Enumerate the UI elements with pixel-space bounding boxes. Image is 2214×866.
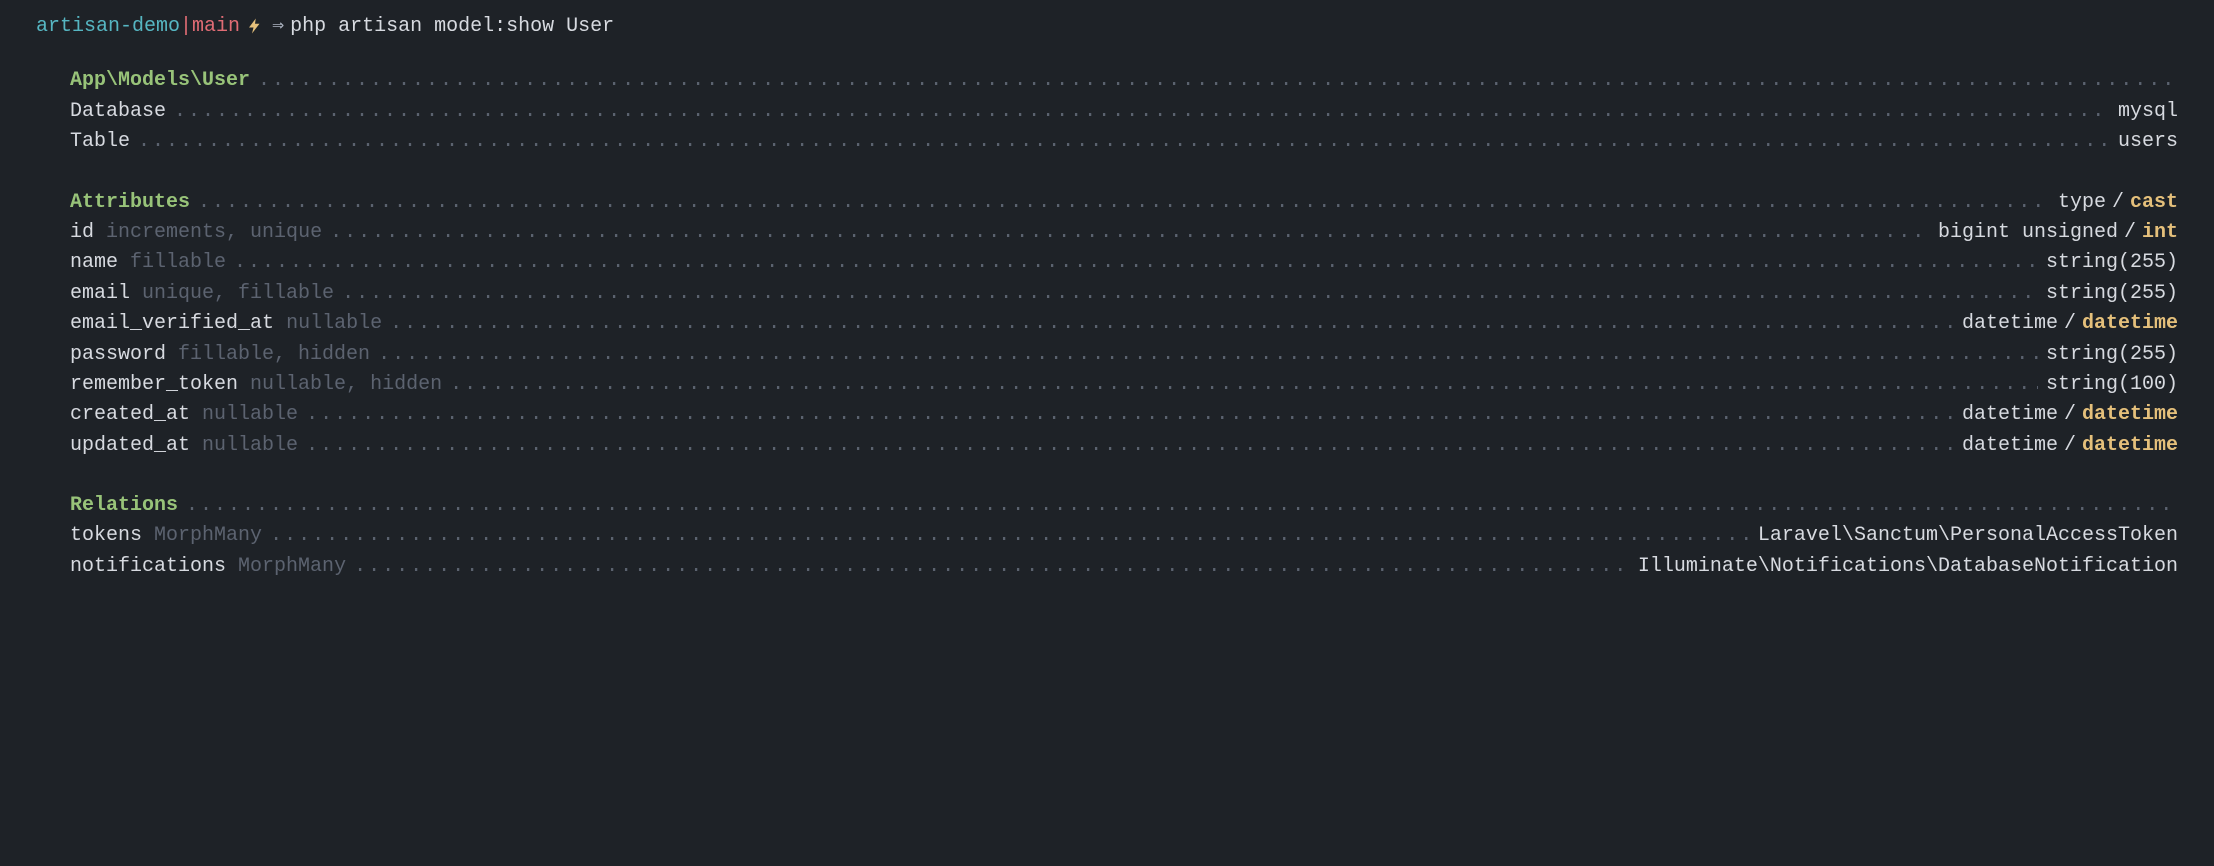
attr-flags: nullable xyxy=(286,312,382,335)
attr-cast: datetime xyxy=(2082,434,2178,457)
table-row-info: Table users xyxy=(70,127,2178,157)
dot-leader xyxy=(198,188,2050,218)
relation-target: Illuminate\Notifications\DatabaseNotific… xyxy=(1630,552,2178,582)
dot-leader xyxy=(174,97,2110,127)
attr-right: string(255) xyxy=(2038,279,2178,309)
prompt-arrow: ⇒ xyxy=(272,12,284,42)
prompt-branch: main xyxy=(192,12,240,42)
attr-cast: datetime xyxy=(2082,403,2178,426)
attr-name: email_verified_at xyxy=(70,312,274,335)
attributes-header-right: type/cast xyxy=(2050,188,2178,218)
attr-cast: int xyxy=(2142,221,2178,244)
dot-leader xyxy=(186,491,2178,521)
relation-row: tokens MorphMany Laravel\Sanctum\Personal… xyxy=(70,521,2178,551)
attribute-row: remember_token nullable, hidden string(10… xyxy=(70,370,2178,400)
attr-type: string(100) xyxy=(2046,373,2178,396)
attribute-row: name fillable string(255) xyxy=(70,248,2178,278)
attr-flags: unique, fillable xyxy=(142,282,334,305)
attribute-row: updated_at nullable datetime/datetime xyxy=(70,431,2178,461)
header-cast: cast xyxy=(2130,191,2178,214)
attr-right: string(255) xyxy=(2038,248,2178,278)
attr-right: datetime/datetime xyxy=(1954,309,2178,339)
relation-name: tokens xyxy=(70,524,142,547)
attr-name: updated_at xyxy=(70,434,190,457)
relation-type: MorphMany xyxy=(238,555,346,578)
header-type: type xyxy=(2058,191,2106,214)
prompt-command: php artisan model:show User xyxy=(290,12,614,42)
attr-name: password xyxy=(70,343,166,366)
dot-leader xyxy=(270,521,1750,551)
database-label: Database xyxy=(70,97,174,127)
dot-leader xyxy=(138,127,2110,157)
relation-name: notifications xyxy=(70,555,226,578)
attr-right: string(100) xyxy=(2038,370,2178,400)
attr-type: datetime xyxy=(1962,403,2058,426)
model-class: App\Models\User xyxy=(70,66,258,96)
attr-right: string(255) xyxy=(2038,340,2178,370)
table-label: Table xyxy=(70,127,138,157)
attr-cast: datetime xyxy=(2082,312,2178,335)
relations-heading: Relations xyxy=(70,491,186,521)
attribute-row: id increments, unique bigint unsigned/int xyxy=(70,218,2178,248)
prompt-dir: artisan-demo xyxy=(36,12,180,42)
dot-leader xyxy=(330,218,1930,248)
attr-flags: nullable xyxy=(202,403,298,426)
attr-flags: fillable, hidden xyxy=(178,343,370,366)
lightning-icon xyxy=(246,12,264,42)
attribute-row: password fillable, hidden string(255) xyxy=(70,340,2178,370)
attribute-row: email_verified_at nullable datetime/datet… xyxy=(70,309,2178,339)
dot-leader xyxy=(306,400,1954,430)
dot-leader xyxy=(390,309,1954,339)
attr-flags: nullable xyxy=(202,434,298,457)
dot-leader xyxy=(306,431,1954,461)
database-row: Database mysql xyxy=(70,97,2178,127)
relation-row: notifications MorphMany Illuminate\Notifi… xyxy=(70,552,2178,582)
attributes-header: Attributes type/cast xyxy=(70,188,2178,218)
database-value: mysql xyxy=(2110,97,2178,127)
attr-name: name xyxy=(70,251,118,274)
attr-flags: fillable xyxy=(130,251,226,274)
attr-flags: nullable, hidden xyxy=(250,373,442,396)
dot-leader xyxy=(450,370,2038,400)
prompt-sep: | xyxy=(180,12,192,42)
attr-type: string(255) xyxy=(2046,282,2178,305)
dot-leader xyxy=(258,66,2178,96)
attr-name: id xyxy=(70,221,94,244)
attr-type: string(255) xyxy=(2046,251,2178,274)
model-class-row: App\Models\User xyxy=(70,66,2178,96)
attr-right: datetime/datetime xyxy=(1954,431,2178,461)
dot-leader xyxy=(342,279,2038,309)
attr-flags: increments, unique xyxy=(106,221,322,244)
dot-leader xyxy=(234,248,2038,278)
attr-name: created_at xyxy=(70,403,190,426)
attribute-row: email unique, fillable string(255) xyxy=(70,279,2178,309)
attr-right: bigint unsigned/int xyxy=(1930,218,2178,248)
attributes-heading: Attributes xyxy=(70,188,198,218)
attr-type: bigint unsigned xyxy=(1938,221,2118,244)
attr-name: email xyxy=(70,282,130,305)
table-value: users xyxy=(2110,127,2178,157)
attr-type: datetime xyxy=(1962,434,2058,457)
attr-name: remember_token xyxy=(70,373,238,396)
attr-type: datetime xyxy=(1962,312,2058,335)
shell-prompt[interactable]: artisan-demo|main ⇒ php artisan model:sh… xyxy=(36,12,2178,42)
attr-right: datetime/datetime xyxy=(1954,400,2178,430)
relations-header: Relations xyxy=(70,491,2178,521)
dot-leader xyxy=(378,340,2038,370)
relation-type: MorphMany xyxy=(154,524,262,547)
relation-target: Laravel\Sanctum\PersonalAccessToken xyxy=(1750,521,2178,551)
dot-leader xyxy=(354,552,1630,582)
attr-type: string(255) xyxy=(2046,343,2178,366)
attribute-row: created_at nullable datetime/datetime xyxy=(70,400,2178,430)
